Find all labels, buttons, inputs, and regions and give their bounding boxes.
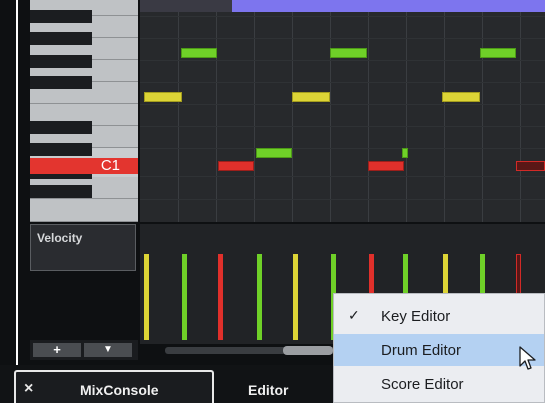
- grid-line: [406, 0, 407, 222]
- midi-note[interactable]: [144, 92, 182, 102]
- velocity-bar[interactable]: [182, 254, 187, 340]
- velocity-bar[interactable]: [293, 254, 298, 340]
- lane-menu-button[interactable]: ▼: [84, 343, 132, 357]
- part-bar-segment: [140, 0, 232, 12]
- grid-line: [482, 0, 483, 222]
- menu-item-score-editor[interactable]: Score Editor: [334, 368, 544, 400]
- close-icon[interactable]: ×: [24, 380, 33, 398]
- piano-keyboard[interactable]: C1: [30, 0, 138, 222]
- midi-note[interactable]: [330, 48, 367, 58]
- black-key[interactable]: [30, 174, 92, 179]
- grid-line: [140, 126, 545, 127]
- black-key[interactable]: [30, 121, 92, 134]
- white-key[interactable]: [30, 199, 138, 222]
- menu-item-drum-editor[interactable]: Drum Editor: [334, 334, 544, 366]
- key-c1[interactable]: C1: [30, 158, 138, 174]
- velocity-bar[interactable]: [257, 254, 262, 340]
- black-key[interactable]: [30, 55, 92, 68]
- grid-line: [140, 148, 545, 149]
- grid-line: [140, 104, 545, 105]
- grid-line: [254, 0, 255, 222]
- midi-note[interactable]: [181, 48, 217, 58]
- grid-line: [368, 0, 369, 222]
- midi-note[interactable]: [218, 161, 254, 171]
- velocity-bar[interactable]: [218, 254, 223, 340]
- midi-note[interactable]: [368, 161, 404, 171]
- black-key[interactable]: [30, 10, 92, 23]
- black-key[interactable]: [30, 32, 92, 45]
- checkmark-icon: ✓: [348, 307, 360, 323]
- mouse-cursor-icon: [519, 346, 536, 370]
- black-key[interactable]: [30, 76, 92, 89]
- tab-editor[interactable]: Editor: [248, 382, 288, 398]
- black-key[interactable]: [30, 185, 92, 198]
- scrollbar-thumb[interactable]: [283, 346, 333, 355]
- tab-mixconsole-label[interactable]: MixConsole: [80, 382, 159, 398]
- midi-note[interactable]: [256, 148, 292, 158]
- grid-line: [178, 0, 179, 222]
- black-key[interactable]: [30, 143, 92, 156]
- grid-line: [520, 0, 521, 222]
- grid-line: [444, 0, 445, 222]
- grid-line: [140, 60, 545, 61]
- grid-line: [140, 176, 545, 177]
- menu-item-label: Drum Editor: [381, 342, 462, 359]
- add-lane-button[interactable]: +: [33, 343, 81, 357]
- menu-item-label: Key Editor: [381, 308, 451, 325]
- midi-note[interactable]: [480, 48, 516, 58]
- grid-line: [140, 38, 545, 39]
- grid-line: [330, 0, 331, 222]
- window-left-edge: [0, 0, 18, 365]
- grid-line: [216, 0, 217, 222]
- midi-note[interactable]: [292, 92, 330, 102]
- grid-line: [292, 0, 293, 222]
- editor-type-menu: ✓ Key Editor Drum Editor Score Editor: [333, 293, 545, 403]
- velocity-bar[interactable]: [144, 254, 149, 340]
- grid-line: [140, 82, 545, 83]
- velocity-label: Velocity: [37, 231, 83, 245]
- grid-line: [140, 16, 545, 17]
- grid-line: [140, 199, 545, 200]
- midi-note[interactable]: [402, 148, 408, 158]
- midi-note-selected[interactable]: [516, 161, 545, 171]
- menu-item-key-editor[interactable]: ✓ Key Editor: [334, 300, 544, 332]
- note-grid[interactable]: [140, 0, 545, 222]
- menu-item-label: Score Editor: [381, 376, 464, 393]
- midi-note[interactable]: [442, 92, 480, 102]
